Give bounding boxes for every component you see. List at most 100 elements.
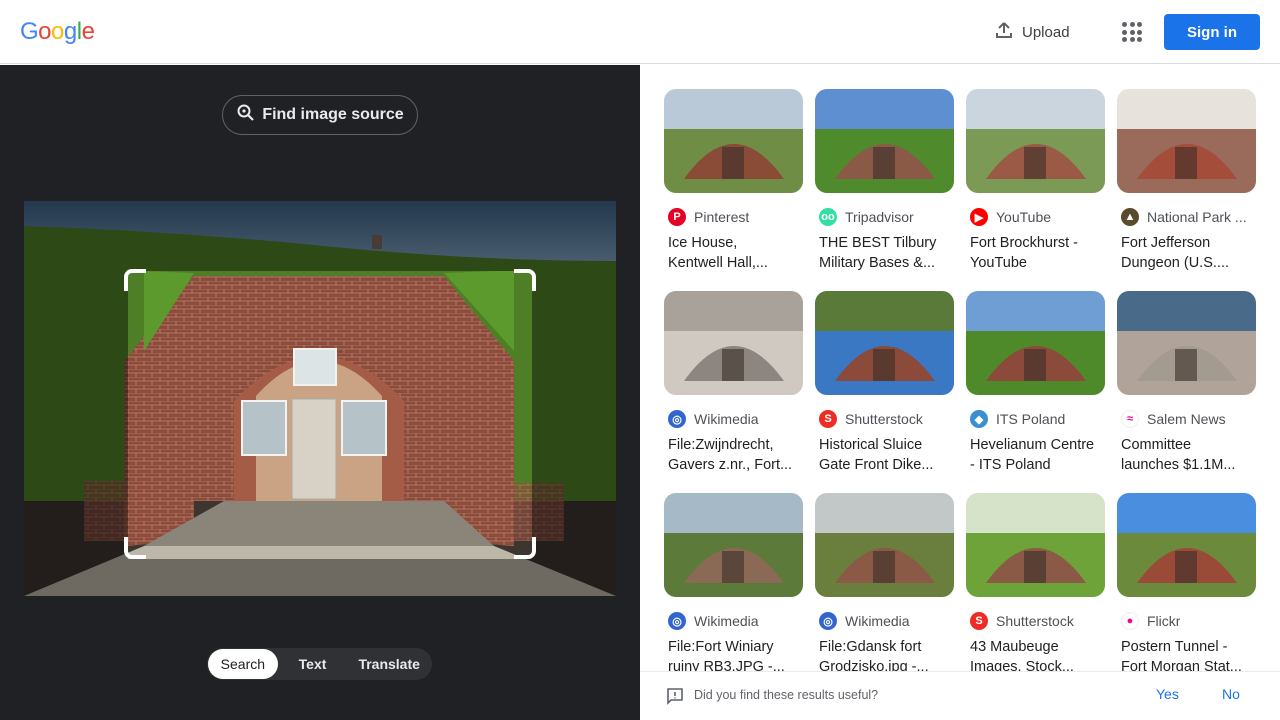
query-photo[interactable] bbox=[24, 201, 616, 596]
result-title-line: Gavers z.nr., Fort... bbox=[668, 457, 793, 473]
result-thumbnail[interactable] bbox=[815, 89, 954, 193]
result-title[interactable]: File:Zwijndrecht, Gavers z.nr., Fort... bbox=[664, 435, 803, 475]
result-title[interactable]: Hevelianum Centre - ITS Poland bbox=[966, 435, 1105, 475]
google-logo[interactable]: Google bbox=[20, 18, 95, 46]
result-card[interactable]: ▶ YouTube Fort Brockhurst - YouTube bbox=[966, 89, 1105, 291]
result-source[interactable]: ◆ ITS Poland bbox=[966, 409, 1105, 429]
result-title-line: launches $1.1M... bbox=[1121, 457, 1236, 473]
result-source[interactable]: ● Flickr bbox=[1117, 611, 1256, 631]
result-card[interactable]: oo Tripadvisor THE BEST Tilbury Military Ba… bbox=[815, 89, 954, 291]
result-title-line: Military Bases &... bbox=[819, 255, 936, 271]
result-title-line: THE BEST Tilbury bbox=[819, 235, 937, 251]
result-title[interactable]: THE BEST Tilbury Military Bases &... bbox=[815, 233, 954, 273]
visual-matches-panel: P Pinterest Ice House, Kentwell Hall,... oo T… bbox=[640, 65, 1280, 720]
logo-letter: o bbox=[51, 18, 64, 45]
source-favicon-icon: ▲ bbox=[1121, 208, 1139, 226]
source-favicon-icon: ▶ bbox=[970, 208, 988, 226]
crop-shade bbox=[24, 271, 128, 559]
result-source[interactable]: ◎ Wikimedia bbox=[664, 611, 803, 631]
result-source[interactable]: ▲ National Park ... bbox=[1117, 207, 1256, 227]
result-title-line: Dungeon (U.S.... bbox=[1121, 255, 1229, 271]
result-source[interactable]: oo Tripadvisor bbox=[815, 207, 954, 227]
logo-letter: g bbox=[63, 18, 77, 45]
source-name: YouTube bbox=[996, 209, 1052, 225]
source-favicon-icon: ◎ bbox=[819, 612, 837, 630]
upload-icon bbox=[994, 20, 1014, 44]
result-thumbnail[interactable] bbox=[1117, 493, 1256, 597]
result-thumbnail[interactable] bbox=[1117, 291, 1256, 395]
feedback-yes-button[interactable]: Yes bbox=[1156, 686, 1179, 702]
source-name: Wikimedia bbox=[694, 613, 759, 629]
lens-search-icon bbox=[236, 103, 256, 128]
upload-button[interactable]: Upload bbox=[984, 12, 1080, 52]
result-title[interactable]: Ice House, Kentwell Hall,... bbox=[664, 233, 803, 273]
results-grid: P Pinterest Ice House, Kentwell Hall,... oo T… bbox=[664, 89, 1256, 695]
result-title[interactable]: Fort Brockhurst - YouTube bbox=[966, 233, 1105, 273]
result-card[interactable]: S Shutterstock Historical Sluice Gate Front… bbox=[815, 291, 954, 493]
result-thumbnail[interactable] bbox=[966, 89, 1105, 193]
result-thumbnail[interactable] bbox=[664, 493, 803, 597]
result-title[interactable]: Fort Jefferson Dungeon (U.S.... bbox=[1117, 233, 1256, 273]
source-favicon-icon: ◎ bbox=[668, 410, 686, 428]
apps-grid-icon[interactable] bbox=[1114, 14, 1150, 50]
result-title-line: Kentwell Hall,... bbox=[668, 255, 768, 271]
mode-search-tab[interactable]: Search bbox=[208, 649, 278, 679]
crop-handle-top-left[interactable] bbox=[124, 269, 146, 291]
crop-handle-bottom-left[interactable] bbox=[124, 537, 146, 559]
result-card[interactable]: ◎ Wikimedia File:Zwijndrecht, Gavers z.nr.,… bbox=[664, 291, 803, 493]
result-title-line: Hevelianum Centre bbox=[970, 437, 1095, 453]
source-name: Shutterstock bbox=[996, 613, 1074, 629]
feedback-no-button[interactable]: No bbox=[1222, 686, 1240, 702]
source-name: Wikimedia bbox=[845, 613, 910, 629]
feedback-icon bbox=[666, 687, 684, 705]
source-name: Pinterest bbox=[694, 209, 750, 225]
source-favicon-icon: ◎ bbox=[668, 612, 686, 630]
result-title-line: Gate Front Dike... bbox=[819, 457, 934, 473]
find-image-source-button[interactable]: Find image source bbox=[222, 95, 418, 135]
mode-text-tab[interactable]: Text bbox=[278, 649, 348, 679]
result-card[interactable]: ≈ Salem News Committee launches $1.1M... bbox=[1117, 291, 1256, 493]
result-title-line: Committee bbox=[1121, 437, 1192, 453]
source-favicon-icon: ≈ bbox=[1121, 410, 1139, 428]
source-name: ITS Poland bbox=[996, 411, 1066, 427]
result-card[interactable]: ◎ Wikimedia File:Fort Winiary ruiny RB3.JPG… bbox=[664, 493, 803, 695]
result-title[interactable]: Historical Sluice Gate Front Dike... bbox=[815, 435, 954, 475]
result-thumbnail[interactable] bbox=[664, 89, 803, 193]
result-title-line: Ice House, bbox=[668, 235, 738, 251]
result-title-line: Fort Brockhurst - bbox=[970, 235, 1078, 251]
result-thumbnail[interactable] bbox=[815, 493, 954, 597]
result-title-line: Historical Sluice bbox=[819, 437, 923, 453]
result-card[interactable]: ◎ Wikimedia File:Gdansk fort Grodzisko.jpg … bbox=[815, 493, 954, 695]
crop-handle-top-right[interactable] bbox=[514, 269, 536, 291]
result-source[interactable]: ▶ YouTube bbox=[966, 207, 1105, 227]
feedback-bar: Did you find these results useful? Yes N… bbox=[640, 671, 1280, 720]
result-card[interactable]: ◆ ITS Poland Hevelianum Centre - ITS Poland bbox=[966, 291, 1105, 493]
source-favicon-icon: ● bbox=[1121, 612, 1139, 630]
result-source[interactable]: ≈ Salem News bbox=[1117, 409, 1256, 429]
result-title[interactable]: Committee launches $1.1M... bbox=[1117, 435, 1256, 475]
result-thumbnail[interactable] bbox=[815, 291, 954, 395]
result-source[interactable]: ◎ Wikimedia bbox=[664, 409, 803, 429]
result-card[interactable]: P Pinterest Ice House, Kentwell Hall,... bbox=[664, 89, 803, 291]
result-card[interactable]: S Shutterstock 43 Maubeuge Images, Stock... bbox=[966, 493, 1105, 695]
result-source[interactable]: S Shutterstock bbox=[966, 611, 1105, 631]
result-title-line: File:Gdansk fort bbox=[819, 639, 922, 655]
result-thumbnail[interactable] bbox=[664, 291, 803, 395]
result-thumbnail[interactable] bbox=[1117, 89, 1256, 193]
result-thumbnail[interactable] bbox=[966, 291, 1105, 395]
result-title-line: File:Zwijndrecht, bbox=[668, 437, 774, 453]
result-source[interactable]: P Pinterest bbox=[664, 207, 803, 227]
result-thumbnail[interactable] bbox=[966, 493, 1105, 597]
mode-translate-tab[interactable]: Translate bbox=[347, 649, 431, 679]
source-favicon-icon: S bbox=[819, 410, 837, 428]
result-card[interactable]: ▲ National Park ... Fort Jefferson Dungeon … bbox=[1117, 89, 1256, 291]
result-source[interactable]: ◎ Wikimedia bbox=[815, 611, 954, 631]
result-card[interactable]: ● Flickr Postern Tunnel - Fort Morgan Stat.… bbox=[1117, 493, 1256, 695]
result-source[interactable]: S Shutterstock bbox=[815, 409, 954, 429]
source-name: National Park ... bbox=[1147, 209, 1247, 225]
crop-handle-bottom-right[interactable] bbox=[514, 537, 536, 559]
source-name: Shutterstock bbox=[845, 411, 923, 427]
logo-letter: o bbox=[38, 18, 52, 45]
sign-in-button[interactable]: Sign in bbox=[1164, 14, 1260, 50]
source-name: Tripadvisor bbox=[845, 209, 914, 225]
